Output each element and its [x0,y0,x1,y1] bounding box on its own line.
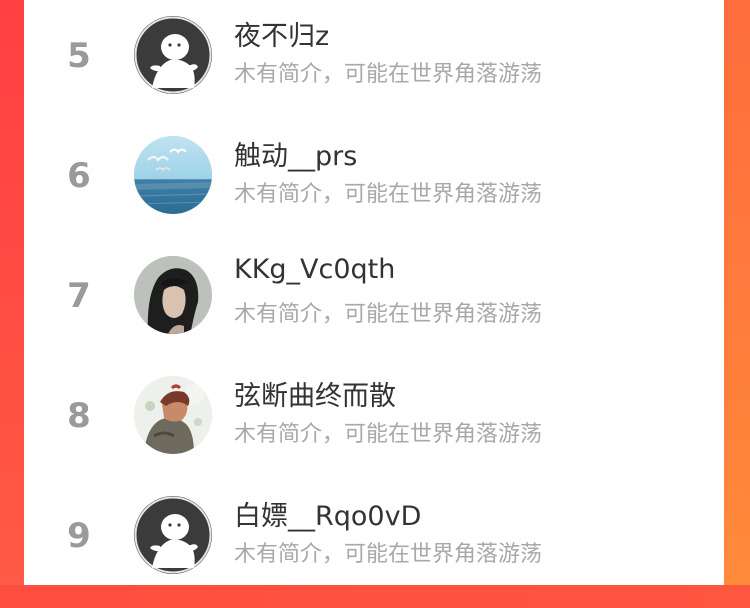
user-bio: 木有简介，可能在世界角落游荡 [234,182,543,207]
list-item[interactable]: 7 KKg_Vc0qth 木有简介，可能在世界角落游荡 [24,248,724,368]
list-item[interactable]: 6 触动__prs 木有简介，可能在世界角落游荡 [24,128,724,248]
rank-number: 7 [67,276,91,316]
user-bio: 木有简介，可能在世界角落游荡 [234,422,543,447]
user-bio: 木有简介，可能在世界角落游荡 [234,542,543,567]
rank-number: 6 [67,156,91,196]
user-name[interactable]: 触动__prs [234,134,357,173]
left-border [0,0,24,585]
user-name[interactable]: 夜不归z [234,14,329,53]
user-name[interactable]: KKg_Vc0qth [234,254,395,285]
portrait-photo-avatar[interactable] [134,256,212,334]
ranking-list: 5 夜不归z 木有简介，可能在世界角落游荡 6 触动__prs 木有简介，可能在… [24,0,724,585]
user-bio: 木有简介，可能在世界角落游荡 [234,62,543,87]
user-name[interactable]: 弦断曲终而散 [234,374,396,413]
rank-number: 9 [67,516,91,556]
default-avatar-icon[interactable] [134,16,212,94]
right-border [724,0,750,585]
rank-number: 5 [67,36,91,76]
user-name[interactable]: 白嫖__Rqo0vD [234,494,421,533]
user-bio: 木有简介，可能在世界角落游荡 [234,302,543,327]
default-avatar-icon[interactable] [134,496,212,574]
list-item[interactable]: 8 弦断曲终而散 木有简介，可能在世界角落游荡 [24,368,724,488]
anime-illustration-avatar[interactable] [134,376,212,454]
list-item[interactable]: 9 白嫖__Rqo0vD 木有简介，可能在世界角落游荡 [24,488,724,608]
rank-number: 8 [67,396,91,436]
list-item[interactable]: 5 夜不归z 木有简介，可能在世界角落游荡 [24,8,724,128]
seagulls-photo-avatar[interactable] [134,136,212,214]
